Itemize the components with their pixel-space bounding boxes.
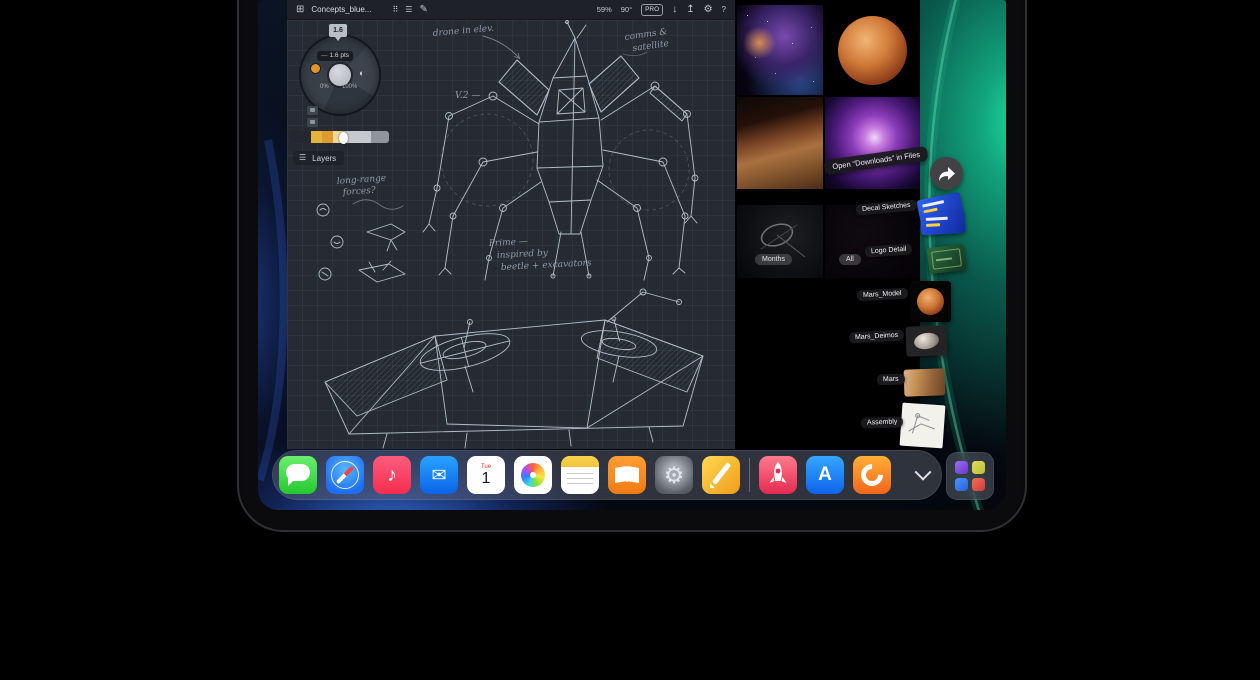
palette-swatch[interactable] xyxy=(289,131,311,143)
spacecraft-shape xyxy=(737,205,823,278)
photo-thumbnail-mars-globe[interactable] xyxy=(825,5,920,95)
segment-months[interactable]: Months xyxy=(755,254,792,265)
mini-app-icon xyxy=(972,461,985,474)
palette-slider-knob[interactable] xyxy=(339,132,348,144)
active-color-dot[interactable] xyxy=(310,63,321,74)
drag-item-label[interactable]: Mars xyxy=(877,374,905,386)
page-background: drone in elev. comms & satellite V.2 — l… xyxy=(0,0,1260,680)
settings-gear-icon[interactable] xyxy=(704,5,713,15)
mini-app-icon xyxy=(972,478,985,491)
decal-card xyxy=(920,211,965,235)
zoom-level[interactable]: 59% xyxy=(597,5,612,14)
forward-arrow-icon xyxy=(938,167,955,181)
messages-app-icon[interactable] xyxy=(279,456,317,494)
drag-thumb-decal-sketches[interactable] xyxy=(918,193,968,243)
concepts-app-window: drone in elev. comms & satellite V.2 — l… xyxy=(287,0,735,449)
music-app-icon[interactable] xyxy=(373,456,411,494)
palette-swatch[interactable] xyxy=(371,131,389,143)
opacity-max-label: 100% xyxy=(342,84,357,90)
safari-app-icon[interactable] xyxy=(326,456,364,494)
palette-swatch[interactable] xyxy=(311,131,322,143)
tool-sub-widgets[interactable] xyxy=(307,106,318,127)
pro-badge[interactable]: PRO xyxy=(641,4,663,16)
layers-label: Layers xyxy=(312,154,336,163)
pen-tool-icon[interactable] xyxy=(419,5,427,15)
ipad-device-frame: drone in elev. comms & satellite V.2 — l… xyxy=(237,0,1027,532)
opacity-min-label: 0% xyxy=(320,84,329,90)
app-library-tile[interactable] xyxy=(946,452,994,500)
dock-divider xyxy=(749,458,750,492)
layers-menu-icon[interactable] xyxy=(299,153,306,163)
concepts-toolbar: Concepts_blue... 59% 90° PRO ? xyxy=(287,0,735,20)
tool-wheel[interactable] xyxy=(301,36,379,114)
share-forward-button[interactable] xyxy=(930,157,963,190)
notes-app-icon[interactable] xyxy=(561,456,599,494)
canvas-note: long-range xyxy=(337,174,387,187)
canvas-note: forces? xyxy=(342,186,377,198)
photo-thumbnail-dark[interactable] xyxy=(825,205,920,278)
photo-thumbnail-spacecraft[interactable] xyxy=(737,205,823,278)
mini-app-icon xyxy=(955,461,968,474)
rocket-app-icon[interactable] xyxy=(759,456,797,494)
export-share-icon[interactable] xyxy=(686,5,694,15)
mail-app-icon[interactable] xyxy=(420,456,458,494)
drag-thumb-mars-model[interactable] xyxy=(910,281,951,322)
drag-thumb-mars-deimos[interactable] xyxy=(905,325,947,356)
brush-size-label[interactable]: 1.6 pts xyxy=(317,51,353,61)
drag-item-label[interactable]: Assembly xyxy=(861,416,904,428)
drag-thumb-assembly[interactable] xyxy=(900,403,946,449)
gallery-icon[interactable] xyxy=(296,5,304,15)
canvas-note: inspired by xyxy=(497,248,549,261)
contrast-icon[interactable] xyxy=(359,68,364,78)
dock: Tue 1 xyxy=(272,450,942,500)
drag-thumb-logo-detail[interactable] xyxy=(927,244,967,274)
grid-toggle-icon[interactable] xyxy=(392,5,398,15)
canvas-note: Prime — xyxy=(488,237,528,249)
books-app-icon[interactable] xyxy=(608,456,646,494)
canvas-note: V.2 — xyxy=(455,91,480,101)
photos-app-icon[interactable] xyxy=(514,456,552,494)
dock-collapse-chevron[interactable] xyxy=(910,462,936,488)
photo-thumbnail-nebula[interactable] xyxy=(737,5,823,95)
layers-panel-header[interactable]: Layers xyxy=(293,151,344,165)
app-store-app-icon[interactable] xyxy=(806,456,844,494)
color-palette-strip[interactable] xyxy=(289,131,389,143)
rotation-angle[interactable]: 90° xyxy=(621,5,632,14)
menu-icon[interactable] xyxy=(405,5,412,15)
brush-size-tag[interactable]: 1.6 xyxy=(329,24,347,37)
photo-thumbnail-mars-surface[interactable] xyxy=(737,97,823,189)
assembly-sketch-lines xyxy=(900,403,946,449)
orange-ring-app-icon[interactable] xyxy=(853,456,891,494)
document-title[interactable]: Concepts_blue... xyxy=(311,5,371,14)
segment-all[interactable]: All xyxy=(839,254,861,265)
drag-thumb-mars[interactable] xyxy=(904,368,946,396)
ipad-screen: drone in elev. comms & satellite V.2 — l… xyxy=(258,0,1006,510)
mini-app-icon xyxy=(955,478,968,491)
palette-swatch[interactable] xyxy=(322,131,333,143)
photo-thumbnail-orion-nebula[interactable] xyxy=(825,97,920,189)
canvas-note: beetle + excavators xyxy=(501,258,592,273)
settings-app-icon[interactable] xyxy=(655,456,693,494)
help-icon[interactable]: ? xyxy=(722,5,726,14)
rocket-glyph xyxy=(759,456,797,494)
calendar-day: 1 xyxy=(482,471,491,487)
download-icon[interactable] xyxy=(672,5,677,15)
sketch-app-icon[interactable] xyxy=(702,456,740,494)
calendar-app-icon[interactable]: Tue 1 xyxy=(467,456,505,494)
